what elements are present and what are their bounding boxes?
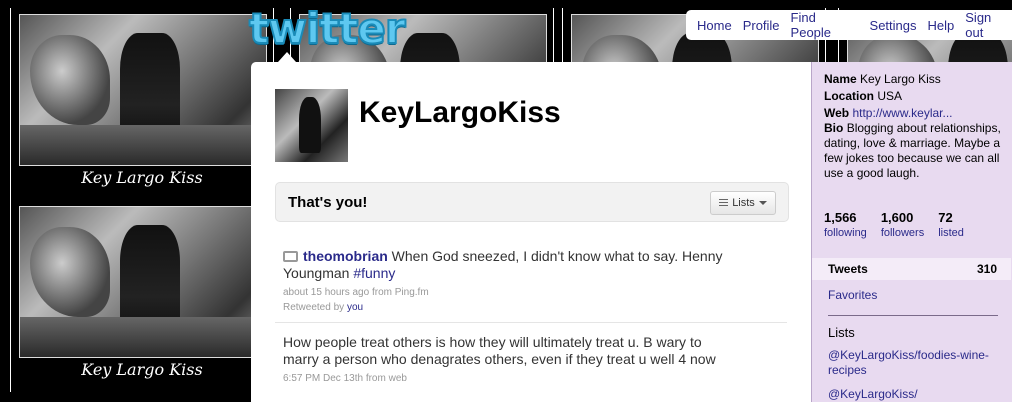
nav-home-link[interactable]: Home: [697, 18, 732, 33]
profile-info: Name Key Largo Kiss Location USA Web htt…: [824, 72, 1004, 181]
tweet-text: How people treat others is how they will…: [283, 334, 716, 367]
followers-label: followers: [880, 227, 925, 239]
sidebar-divider: [828, 315, 998, 316]
avatar[interactable]: [275, 89, 348, 162]
followers-count: 1,600: [880, 210, 914, 225]
background-tile: Key Largo Kiss: [10, 200, 274, 392]
twitter-logo[interactable]: twitter: [248, 3, 407, 54]
tweet-meta: 6:57 PM Dec 13th from web: [283, 371, 723, 386]
lists-button-label: Lists: [732, 197, 755, 209]
tile-caption: Key Largo Kiss: [81, 168, 203, 187]
tweet-source: from Ping.fm: [371, 287, 429, 298]
top-navigation: Home Profile Find People Settings Help S…: [686, 10, 1012, 40]
nav-help-link[interactable]: Help: [928, 18, 955, 33]
logo-pointer: [278, 52, 296, 62]
retweeted-by-label: Retweeted by: [283, 302, 345, 313]
list-link[interactable]: @KeyLargoKiss/: [828, 387, 918, 401]
tweet-divider: [275, 322, 787, 323]
bio-text: Blogging about relationships, dating, lo…: [824, 121, 1001, 180]
following-stat[interactable]: 1,566 following: [824, 210, 867, 239]
following-label: following: [824, 227, 867, 239]
tweet-author-link[interactable]: theomobrian: [303, 248, 388, 264]
location-value: USA: [877, 89, 903, 103]
listed-label: listed: [938, 227, 964, 239]
tile-caption: Key Largo Kiss: [81, 360, 203, 379]
favorites-link[interactable]: Favorites: [828, 288, 877, 302]
retweet-icon: [283, 251, 298, 262]
name-label: Name: [824, 72, 857, 86]
couple-photo: [19, 14, 267, 166]
followers-stat[interactable]: 1,600 followers: [881, 210, 924, 239]
nav-settings-link[interactable]: Settings: [870, 18, 917, 33]
profile-username: KeyLargoKiss: [359, 96, 561, 129]
profile-sidebar: Name Key Largo Kiss Location USA Web htt…: [811, 62, 1012, 402]
lists-heading: Lists: [828, 325, 855, 340]
thats-you-label: That's you!: [288, 194, 368, 211]
chevron-down-icon: [758, 201, 767, 205]
tweet: theomobrian When God sneezed, I didn't k…: [283, 248, 723, 315]
tweet: How people treat others is how they will…: [283, 334, 723, 386]
location-label: Location: [824, 89, 874, 103]
nav-find-people-link[interactable]: Find People: [791, 10, 859, 40]
background-tile: Key Largo Kiss: [10, 8, 274, 200]
hashtag-link[interactable]: #funny: [353, 265, 395, 281]
name-value: Key Largo Kiss: [860, 72, 941, 86]
tweet-source: from web: [365, 373, 407, 384]
thats-you-banner: That's you! Lists: [275, 182, 789, 222]
following-count: 1,566: [824, 210, 857, 225]
nav-profile-link[interactable]: Profile: [743, 18, 780, 33]
bio-label: Bio: [824, 121, 844, 135]
tweets-count-row[interactable]: Tweets 310: [812, 258, 1011, 280]
web-link[interactable]: http://www.keylar...: [852, 106, 952, 120]
tweet-timestamp-link[interactable]: about 15 hours ago: [283, 287, 369, 298]
nav-sign-out-link[interactable]: Sign out: [965, 10, 1012, 40]
list-icon: [719, 199, 729, 207]
tweet-meta: about 15 hours ago from Ping.fm Retweete…: [283, 285, 723, 315]
lists-dropdown-button[interactable]: Lists: [710, 191, 776, 215]
listed-stat[interactable]: 72 listed: [938, 210, 964, 239]
list-link[interactable]: @KeyLargoKiss/foodies-wine-recipes: [828, 348, 998, 378]
web-label: Web: [824, 106, 850, 120]
retweeted-by-link[interactable]: you: [347, 302, 363, 313]
tweet-timestamp-link[interactable]: 6:57 PM Dec 13th: [283, 373, 363, 384]
tweets-count: 310: [976, 262, 997, 276]
profile-stats: 1,566 following 1,600 followers 72 liste…: [824, 210, 978, 239]
main-content: KeyLargoKiss That's you! Lists theomobri…: [251, 62, 811, 402]
listed-count: 72: [938, 210, 953, 225]
tweets-label: Tweets: [828, 262, 868, 276]
couple-photo: [19, 206, 267, 358]
